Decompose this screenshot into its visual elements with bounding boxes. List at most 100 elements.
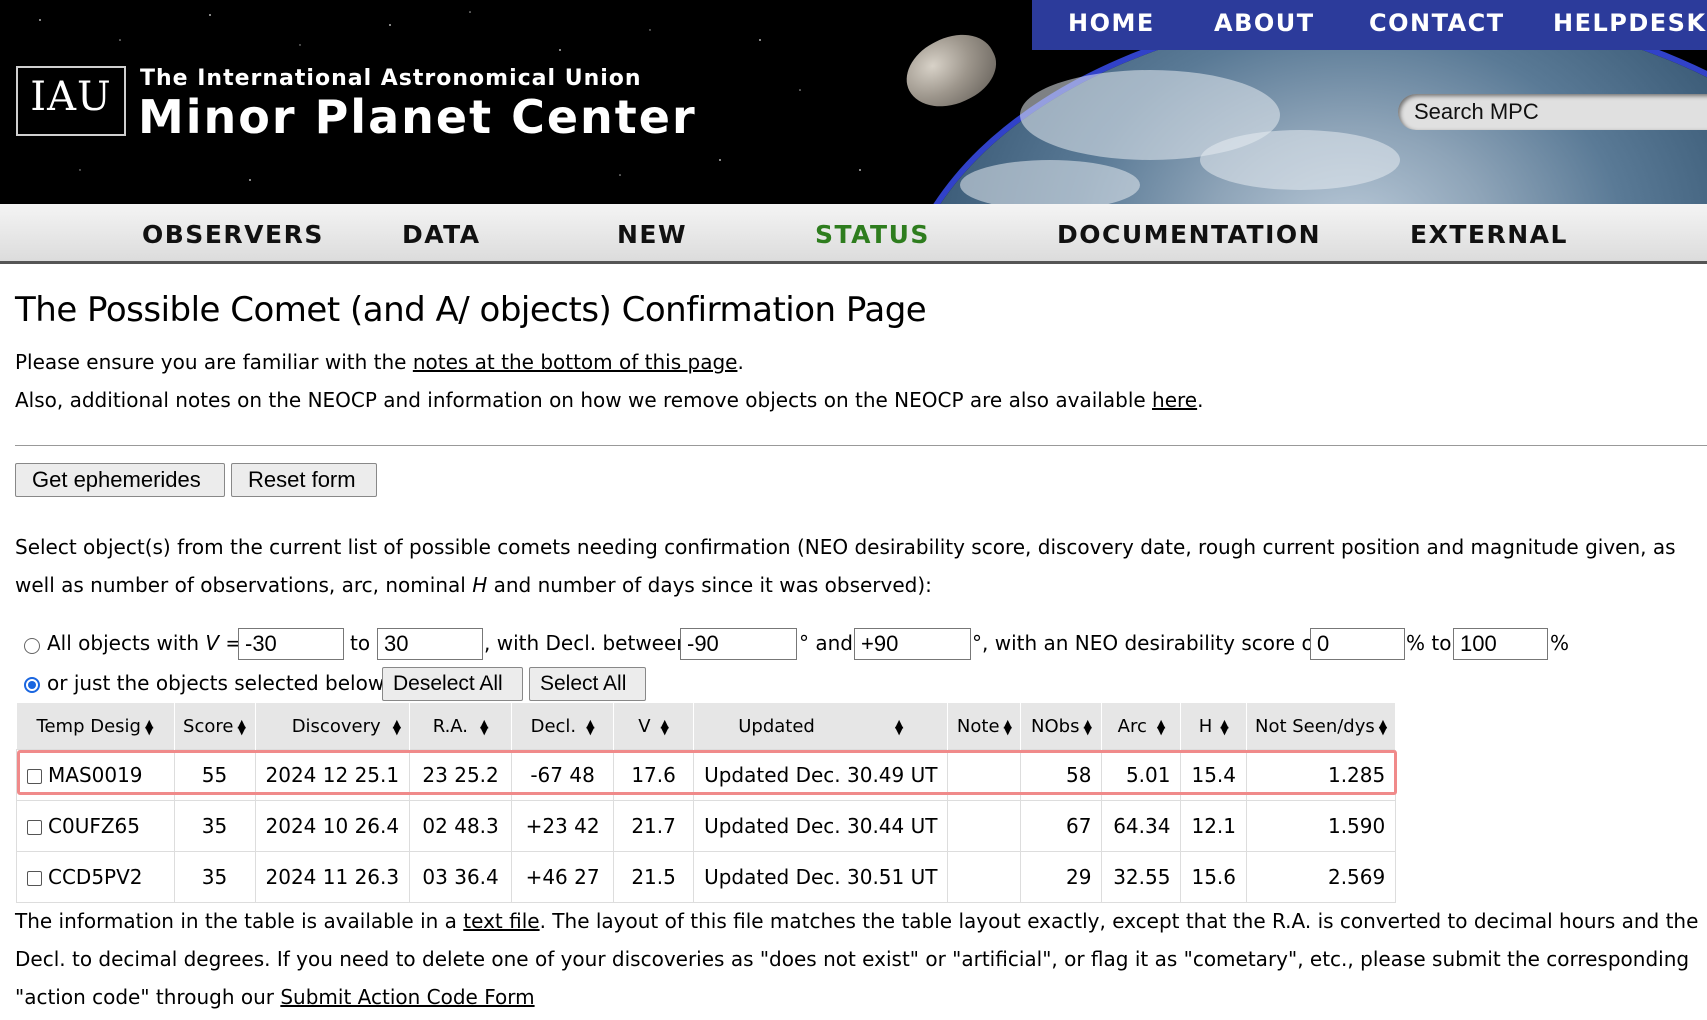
- v-min-input[interactable]: -30: [238, 628, 344, 660]
- cell-updated: Updated Dec. 30.51 UT: [693, 851, 949, 903]
- nav-home[interactable]: HOME: [1068, 9, 1155, 37]
- org-name: The International Astronomical Union: [140, 66, 642, 91]
- table-row: C0UFZ65 35 2024 10 26.4 02 48.3 +23 42 21.7 Up…: [16, 800, 1397, 852]
- col-arc[interactable]: Arc ▲ ▼: [1101, 703, 1182, 750]
- nav-new[interactable]: NEW: [617, 220, 687, 249]
- table-info-text-a: The information in the table is availabl…: [15, 909, 464, 933]
- sort-icon: ▲ ▼: [894, 716, 904, 737]
- select-all-button[interactable]: Select All: [529, 667, 646, 701]
- cell-decl: +23 42: [511, 800, 615, 852]
- cell-v: 17.6: [613, 749, 695, 801]
- cell-v: 21.5: [613, 851, 695, 903]
- all-objects-label: All objects with V =: [47, 631, 243, 655]
- nav-contact[interactable]: CONTACT: [1369, 9, 1505, 37]
- cell-score: 55: [173, 749, 256, 801]
- nav-documentation[interactable]: DOCUMENTATION: [1057, 220, 1321, 249]
- instructions-text: Select object(s) from the current list o…: [15, 528, 1695, 604]
- sort-icon: ▲ ▼: [1003, 716, 1012, 737]
- get-ephemerides-button[interactable]: Get ephemerides: [15, 463, 225, 497]
- col-updated[interactable]: Updated ▲ ▼: [693, 703, 949, 750]
- main-nav-bar: OBSERVERS DATA NEW STATUS DOCUMENTATION …: [0, 204, 1707, 264]
- cell-discovery: 2024 11 26.3: [254, 851, 411, 903]
- cell-score: 35: [173, 851, 256, 903]
- decl-min-input[interactable]: -90: [680, 628, 797, 660]
- row-checkbox[interactable]: [27, 820, 42, 835]
- sort-icon: ▲ ▼: [586, 716, 595, 737]
- instructions-h: H: [472, 573, 488, 597]
- cell-h: 12.1: [1180, 800, 1247, 852]
- cell-score: 35: [173, 800, 256, 852]
- site-name[interactable]: Minor Planet Center: [138, 90, 697, 144]
- radio-selected-objects[interactable]: [24, 677, 40, 693]
- text-file-link[interactable]: text file: [463, 909, 539, 933]
- col-temp-desig[interactable]: Temp Desig ▲ ▼: [16, 703, 175, 750]
- radio-all-objects[interactable]: [24, 638, 40, 654]
- sort-icon: ▲ ▼: [480, 716, 489, 737]
- to-label: to: [350, 631, 371, 655]
- nav-helpdesk[interactable]: HELPDESK: [1553, 9, 1707, 37]
- cell-note: [947, 851, 1022, 903]
- nav-data[interactable]: DATA: [402, 220, 481, 249]
- temp-desig-text: MAS0019: [48, 763, 143, 787]
- col-v[interactable]: V ▲ ▼: [613, 703, 695, 750]
- nav-observers[interactable]: OBSERVERS: [142, 220, 324, 249]
- col-note[interactable]: Note ▲ ▼: [947, 703, 1022, 750]
- cell-not-seen: 2.569: [1245, 851, 1397, 903]
- cell-temp-desig: MAS0019: [16, 749, 175, 801]
- cell-nobs: 29: [1020, 851, 1103, 903]
- additional-notes-text: Also, additional notes on the NEOCP and …: [15, 388, 1153, 412]
- site-header: IAU The International Astronomical Union…: [0, 0, 1707, 204]
- table-row: CCD5PV2 35 2024 11 26.3 03 36.4 +46 27 21.5 Up…: [16, 851, 1397, 903]
- col-nobs[interactable]: NObs ▲ ▼: [1020, 703, 1103, 750]
- col-ra[interactable]: R.A. ▲ ▼: [409, 703, 513, 750]
- sort-icon: ▲ ▼: [1156, 716, 1166, 737]
- additional-notes-paragraph: Also, additional notes on the NEOCP and …: [15, 388, 1203, 412]
- sort-icon: ▲ ▼: [1378, 716, 1388, 737]
- neocp-table: Temp Desig ▲ ▼ Score ▲ ▼ Discovery ▲ ▼ R.A. ▲ ▼ …: [16, 703, 1397, 903]
- submit-action-code-link[interactable]: Submit Action Code Form: [280, 985, 534, 1009]
- notes-link[interactable]: notes at the bottom of this page: [413, 350, 738, 374]
- v-max-input[interactable]: 30: [377, 628, 483, 660]
- table-info-paragraph: The information in the table is availabl…: [15, 902, 1705, 1016]
- cell-arc: 64.34: [1101, 800, 1182, 852]
- nav-external[interactable]: EXTERNAL: [1410, 220, 1568, 249]
- search-placeholder: Search MPC: [1414, 99, 1539, 124]
- sort-icon: ▲ ▼: [1220, 716, 1229, 737]
- sort-icon: ▲ ▼: [660, 716, 669, 737]
- score-max-input[interactable]: 100: [1453, 628, 1548, 660]
- and-label: ° and: [799, 631, 853, 655]
- cell-nobs: 58: [1020, 749, 1103, 801]
- cell-not-seen: 1.285: [1245, 749, 1397, 801]
- nav-status[interactable]: STATUS: [815, 220, 930, 249]
- cell-not-seen: 1.590: [1245, 800, 1397, 852]
- col-discovery[interactable]: Discovery ▲ ▼: [255, 703, 411, 750]
- search-input[interactable]: Search MPC: [1398, 94, 1707, 130]
- row-checkbox[interactable]: [27, 871, 42, 886]
- row-checkbox[interactable]: [27, 769, 42, 784]
- cell-note: [947, 749, 1022, 801]
- decl-max-input[interactable]: +90: [854, 628, 971, 660]
- col-not-seen[interactable]: Not Seen/dys ▲ ▼: [1246, 703, 1397, 750]
- col-decl[interactable]: Decl. ▲ ▼: [511, 703, 615, 750]
- deselect-all-button[interactable]: Deselect All: [382, 667, 523, 701]
- notes-paragraph: Please ensure you are familiar with the …: [15, 350, 744, 374]
- instructions-part-b: and number of days since it was observed…: [487, 573, 932, 597]
- temp-desig-text: C0UFZ65: [48, 814, 140, 838]
- sort-icon: ▲ ▼: [392, 716, 402, 737]
- here-link[interactable]: here: [1152, 388, 1197, 412]
- cell-ra: 23 25.2: [409, 749, 513, 801]
- score-min-input[interactable]: 0: [1310, 628, 1405, 660]
- col-h[interactable]: H ▲ ▼: [1180, 703, 1247, 750]
- cell-arc: 5.01: [1101, 749, 1182, 801]
- col-score[interactable]: Score ▲ ▼: [174, 703, 256, 750]
- iau-logo-text: IAU: [30, 74, 112, 120]
- divider: [15, 445, 1707, 446]
- cell-temp-desig: C0UFZ65: [16, 800, 175, 852]
- reset-form-button[interactable]: Reset form: [231, 463, 377, 497]
- cell-discovery: 2024 12 25.1: [254, 749, 411, 801]
- nav-about[interactable]: ABOUT: [1214, 9, 1315, 37]
- cell-updated: Updated Dec. 30.49 UT: [693, 749, 949, 801]
- selected-objects-label: or just the objects selected below:: [47, 671, 390, 695]
- cell-updated: Updated Dec. 30.44 UT: [693, 800, 949, 852]
- table-header-row: Temp Desig ▲ ▼ Score ▲ ▼ Discovery ▲ ▼ R.A. ▲ ▼ …: [16, 703, 1397, 750]
